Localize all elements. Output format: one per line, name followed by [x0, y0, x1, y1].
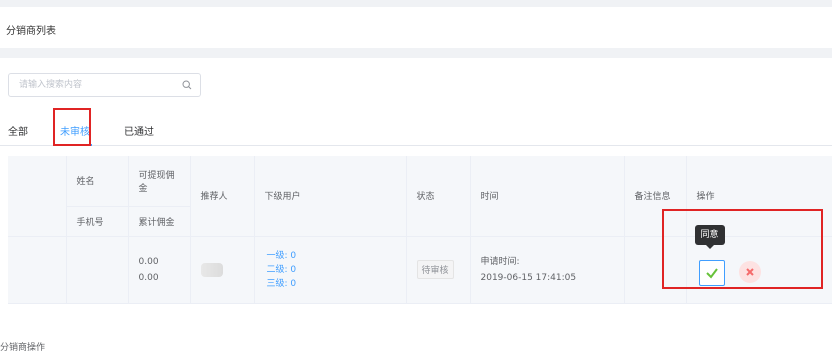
level2-link[interactable]: 二级: 0	[267, 263, 396, 277]
col-phone: 手机号	[66, 206, 129, 237]
highlight-box-actions	[662, 209, 823, 289]
section-gap	[0, 48, 832, 58]
search-icon[interactable]	[182, 80, 192, 90]
checkbox-header	[8, 156, 67, 237]
avatar	[200, 262, 223, 277]
col-status: 状态	[406, 156, 471, 237]
col-name: 姓名	[66, 156, 129, 207]
withdrawable-value: 0.00	[138, 256, 159, 267]
tab-all[interactable]: 全部	[8, 123, 28, 138]
time-value: 2019-06-15 17:41:05	[480, 272, 577, 283]
col-withdrawable: 可提现佣金	[128, 156, 191, 207]
top-strip	[0, 0, 832, 7]
cumulative-value: 0.00	[138, 272, 159, 283]
level1-link[interactable]: 一级: 0	[267, 249, 396, 263]
footer-caption: 分销商操作	[0, 343, 46, 353]
cell-time: 申请时间: 2019-06-15 17:41:05	[470, 236, 625, 304]
level3-link[interactable]: 三级: 0	[267, 277, 396, 291]
highlight-box-tab	[53, 108, 91, 146]
cell-commission: 0.00 0.00	[128, 236, 191, 304]
search-box[interactable]	[8, 73, 201, 97]
page-title: 分销商列表	[6, 26, 56, 37]
time-label: 申请时间:	[480, 256, 520, 267]
page-header: 分销商列表	[0, 7, 832, 48]
status-badge: 待审核	[416, 260, 454, 279]
cell-referrer	[190, 236, 255, 304]
cell-status: 待审核	[406, 236, 471, 304]
cell-subordinates: 一级: 0 二级: 0 三级: 0	[254, 236, 407, 304]
col-cumulative: 累计佣金	[128, 206, 191, 237]
cell-name	[66, 236, 129, 304]
col-referrer: 推荐人	[190, 156, 255, 237]
col-time: 时间	[470, 156, 625, 237]
tab-passed[interactable]: 已通过	[124, 123, 154, 138]
cell-checkbox	[8, 236, 67, 304]
search-input[interactable]	[19, 77, 179, 93]
col-subordinates: 下级用户	[254, 156, 407, 237]
status-tabs: 全部 未审核 已通过	[0, 118, 832, 146]
